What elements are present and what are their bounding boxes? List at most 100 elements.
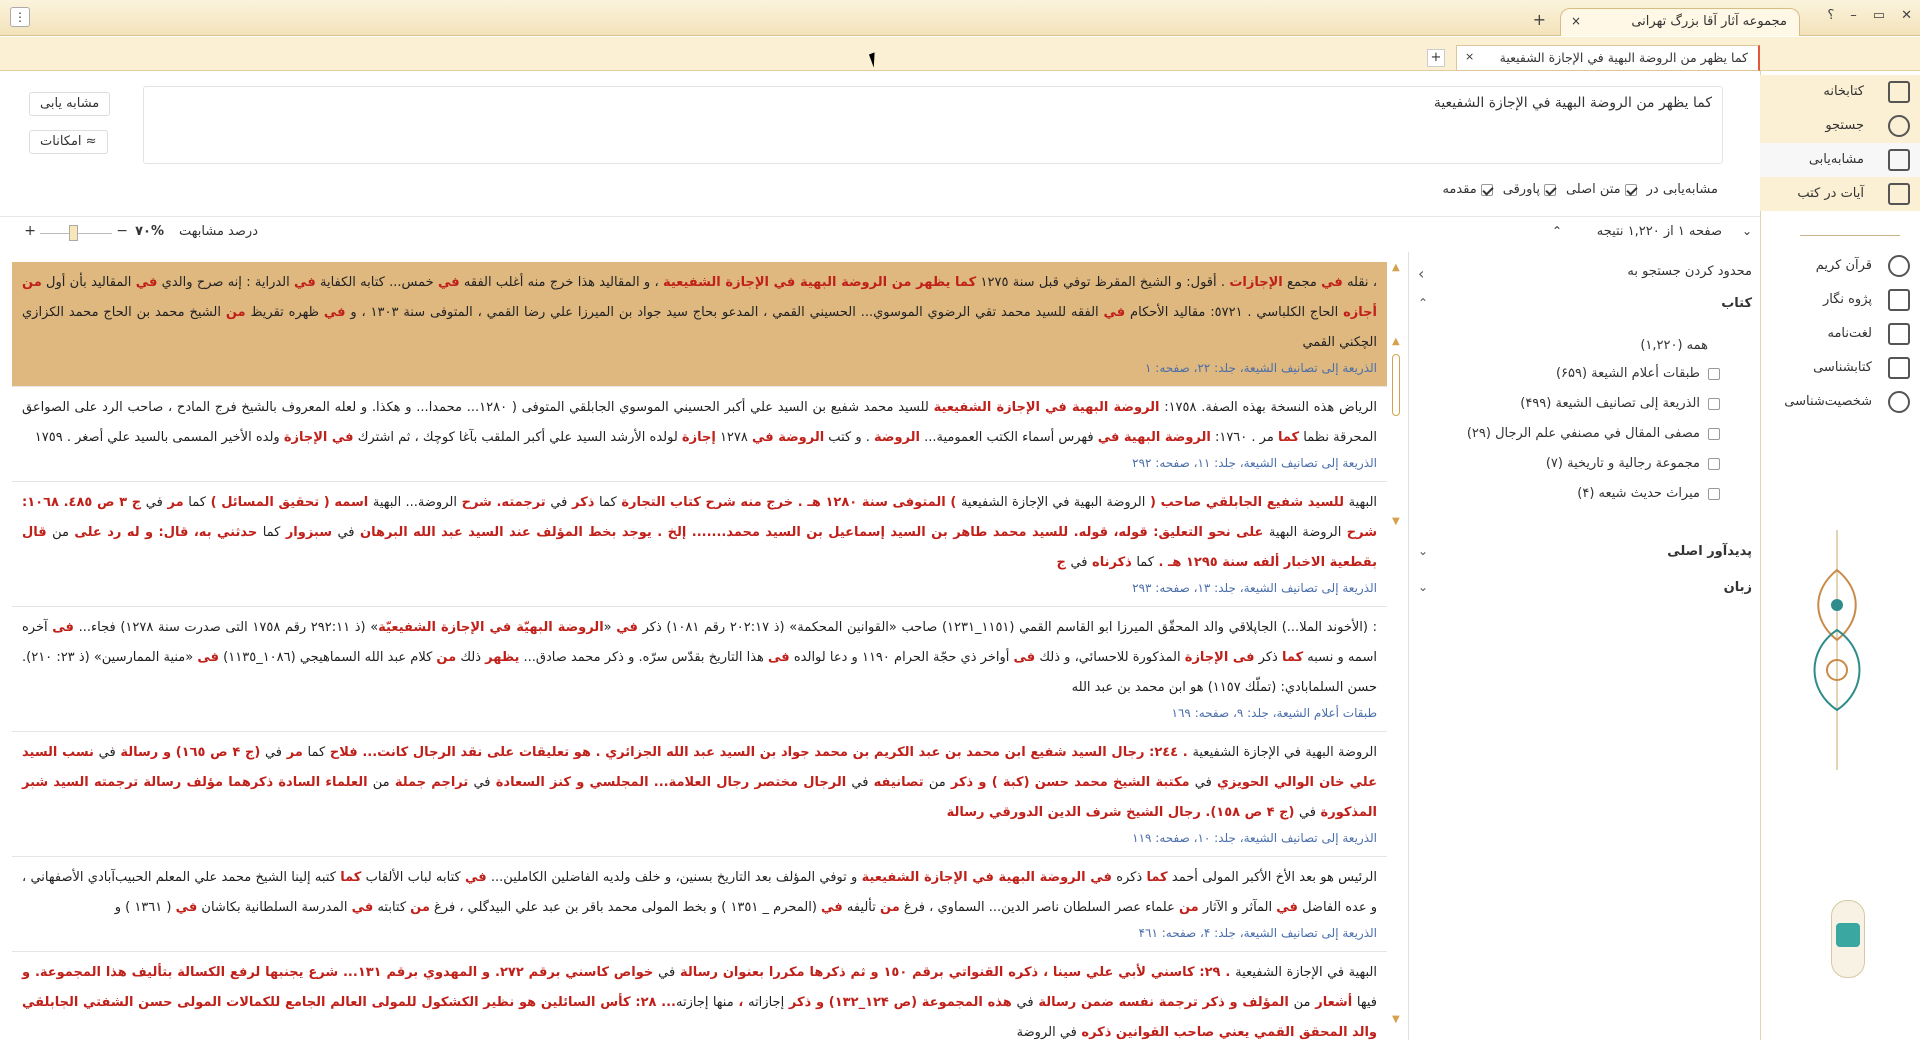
- document-tab[interactable]: كما يظهر من الروضة البهية في الإجازة الش…: [1456, 45, 1760, 71]
- sidebar-item-similarity[interactable]: مشابه‌یابی: [1760, 143, 1920, 177]
- add-document-tab-button[interactable]: +: [1427, 49, 1445, 67]
- collapse-panel-icon[interactable]: ›: [1418, 264, 1424, 283]
- results-scrollbar[interactable]: ▲ ▲ ▼ ▼: [1390, 262, 1404, 1040]
- search-icon: [1888, 115, 1910, 137]
- result-item[interactable]: الرياض هذه النسخة بهذه الصفة. ١٧٥٨: الرو…: [12, 387, 1387, 482]
- filter-item[interactable]: مصفى المقال في مصنفي علم الرجال (۲۹): [1467, 426, 1720, 441]
- sidebar-item-verses[interactable]: آیات در کتب: [1760, 177, 1920, 211]
- sidebar-item-library[interactable]: کتابخانه: [1760, 75, 1920, 109]
- chevron-up-icon[interactable]: ⌃: [1552, 224, 1562, 238]
- text-fragment: : (الأخوند الملا...) الجاپلاقي والد المح…: [637, 620, 1377, 635]
- text-fragment: في: [1194, 775, 1212, 790]
- matched-term: في: [135, 275, 158, 290]
- chevron-down-icon[interactable]: ⌄: [1418, 544, 1428, 558]
- filter-item[interactable]: مجموعة رجالية و تاريخية (۷): [1546, 456, 1720, 471]
- text-fragment: المآثر و الآثار: [1198, 900, 1277, 915]
- option-footnote[interactable]: پاورقی: [1503, 182, 1556, 202]
- sidebar-item-label: لغت‌نامه: [1827, 326, 1872, 341]
- footnote-checkbox[interactable]: [1543, 183, 1556, 196]
- main-text-checkbox[interactable]: [1624, 183, 1637, 196]
- filter-checkbox[interactable]: [1708, 457, 1720, 470]
- matched-term: أشعار: [1310, 995, 1357, 1010]
- chevron-down-icon[interactable]: ⌄: [1418, 580, 1428, 594]
- scroll-up-icon[interactable]: ▲: [1392, 336, 1400, 347]
- scroll-up-icon[interactable]: ▲: [1392, 262, 1400, 273]
- text-fragment: كما: [599, 495, 617, 510]
- app-tab[interactable]: مجموعه آثار آقا بزرگ تهرانی ×: [1560, 8, 1800, 36]
- find-similar-button[interactable]: مشابه یابی: [29, 92, 111, 116]
- increase-button[interactable]: +: [24, 223, 36, 239]
- filter-item[interactable]: الذريعة إلى تصانيف الشيعة (۴۹۹): [1520, 396, 1720, 411]
- text-fragment: من: [1293, 995, 1311, 1010]
- close-window-icon[interactable]: ✕: [1901, 8, 1912, 23]
- option-intro[interactable]: مقدمه: [1442, 182, 1493, 202]
- search-query-box[interactable]: كما يظهر من الروضة البهية في الإجازة الش…: [143, 86, 1723, 164]
- filter-checkbox[interactable]: [1708, 397, 1720, 410]
- sidebar-item-dictionary[interactable]: لغت‌نامه: [1760, 319, 1920, 349]
- filter-item[interactable]: میراث حدیث شیعه (۴): [1577, 486, 1720, 501]
- decrease-button[interactable]: −: [116, 223, 128, 239]
- text-fragment: كتابه لباب الألقاب: [361, 870, 465, 885]
- result-source-link[interactable]: الذريعة إلى تصانيف الشيعة، جلد: ١١، صفحه…: [22, 453, 1377, 473]
- text-fragment: ، و المقاليد هذا خرج منه أغلب الفقه: [459, 275, 663, 290]
- matched-term: فى الإجازة: [1184, 650, 1255, 665]
- person-icon: [1888, 391, 1910, 413]
- result-item[interactable]: الروضة البهية في الإجازة الشفيعية . ٢٤٤:…: [12, 732, 1387, 857]
- filter-checkbox[interactable]: [1708, 487, 1720, 500]
- matched-term: من: [22, 275, 42, 290]
- intro-checkbox[interactable]: [1480, 183, 1493, 196]
- filter-checkbox[interactable]: [1708, 427, 1720, 440]
- result-source-link[interactable]: الذريعة إلى تصانيف الشيعة، جلد: ١٣، صفحه…: [22, 578, 1377, 598]
- text-fragment: المقاليد بأن أول: [41, 275, 136, 290]
- section-book[interactable]: کتاب: [1721, 296, 1752, 311]
- help-icon[interactable]: ؟: [1827, 8, 1834, 23]
- sidebar-item-persons[interactable]: شخصیت‌شناسی: [1760, 387, 1920, 417]
- option-main-text[interactable]: متن اصلی: [1566, 182, 1637, 202]
- result-item[interactable]: البهية في الإجازة الشفيعية . ٢٩: كاسني ل…: [12, 952, 1387, 1040]
- result-source-link[interactable]: الذريعة إلى تصانيف الشيعة، جلد: ۴، صفحه:…: [22, 923, 1377, 943]
- sidebar-item-quran[interactable]: قرآن کریم: [1760, 251, 1920, 281]
- matched-term: مكتبة الشيخ محمد حسن (كبة ) و ذكر: [945, 775, 1195, 790]
- scroll-down-icon[interactable]: ▼: [1392, 516, 1400, 527]
- close-document-tab-icon[interactable]: ×: [1465, 50, 1474, 63]
- chevron-down-icon[interactable]: ⌄: [1742, 224, 1752, 238]
- close-app-tab-icon[interactable]: ×: [1571, 14, 1581, 28]
- matched-term: في: [1276, 900, 1298, 915]
- text-fragment: كتابته: [373, 900, 411, 915]
- document-tabs-bar: + كما يظهر من الروضة البهية في الإجازة ا…: [0, 37, 1920, 104]
- text-fragment: من: [52, 525, 69, 540]
- result-source-link[interactable]: الذريعة إلى تصانيف الشيعة، جلد: ٢٢، صفحه…: [22, 358, 1377, 378]
- section-author[interactable]: پدیدآور اصلی: [1667, 544, 1752, 559]
- scrollbar-thumb[interactable]: [1392, 354, 1400, 416]
- sidebar-item-search[interactable]: جستجو: [1760, 109, 1920, 143]
- result-text: الروضة البهية في الإجازة الشفيعية . ٢٤٤:…: [22, 738, 1377, 828]
- sidebar-item-notes[interactable]: پژوه نگار: [1760, 285, 1920, 315]
- matched-term: الروضة البهية في: [1097, 430, 1211, 445]
- result-source-link[interactable]: الذريعة إلى تصانيف الشيعة، جلد: ١٠، صفحه…: [22, 828, 1377, 848]
- section-language[interactable]: زبان: [1724, 580, 1752, 595]
- result-source-link[interactable]: طبقات أعلام الشيعة، جلد: ٩، صفحه: ١٦٩: [22, 703, 1377, 723]
- filter-item[interactable]: طبقات أعلام الشيعة (۶۵۹): [1556, 366, 1720, 381]
- matched-term: أجازه: [1343, 305, 1377, 320]
- filter-checkbox[interactable]: [1708, 367, 1720, 380]
- chevron-up-icon[interactable]: ⌃: [1418, 296, 1428, 310]
- new-app-tab-button[interactable]: +: [1533, 10, 1546, 29]
- matched-term: ،: [733, 995, 749, 1010]
- text-fragment: في: [658, 965, 676, 980]
- text-fragment: خمس... كتابه الكفاية: [315, 275, 438, 290]
- text-fragment: البهية في الإجازة الشفيعية: [1235, 965, 1377, 980]
- scroll-down-icon[interactable]: ▼: [1392, 1014, 1400, 1025]
- filter-all[interactable]: همه (۱,۲۲۰): [1640, 338, 1708, 353]
- sidebar-item-bibliography[interactable]: کتابشناسی: [1760, 353, 1920, 383]
- result-item[interactable]: البهية للسيد شفيع الجابلقي صاحب ( الروضة…: [12, 482, 1387, 607]
- maximize-icon[interactable]: ▭: [1873, 8, 1885, 23]
- result-item[interactable]: : (الأخوند الملا...) الجاپلاقي والد المح…: [12, 607, 1387, 732]
- minimize-icon[interactable]: –: [1850, 8, 1857, 23]
- app-menu-button[interactable]: ⋮: [10, 7, 30, 27]
- search-query-text: كما يظهر من الروضة البهية في الإجازة الش…: [1433, 95, 1712, 111]
- options-button[interactable]: ≈ امکانات: [29, 130, 108, 154]
- result-item[interactable]: ، نقله في مجمع الإجازات . أقول: و الشيخ …: [12, 262, 1387, 387]
- slider-handle[interactable]: [69, 225, 78, 241]
- result-item[interactable]: الرئيس هو بعد الأخ الأكبر المولى أحمد كم…: [12, 857, 1387, 952]
- filter-item-label: مجموعة رجالية و تاريخية (۷): [1545, 456, 1700, 471]
